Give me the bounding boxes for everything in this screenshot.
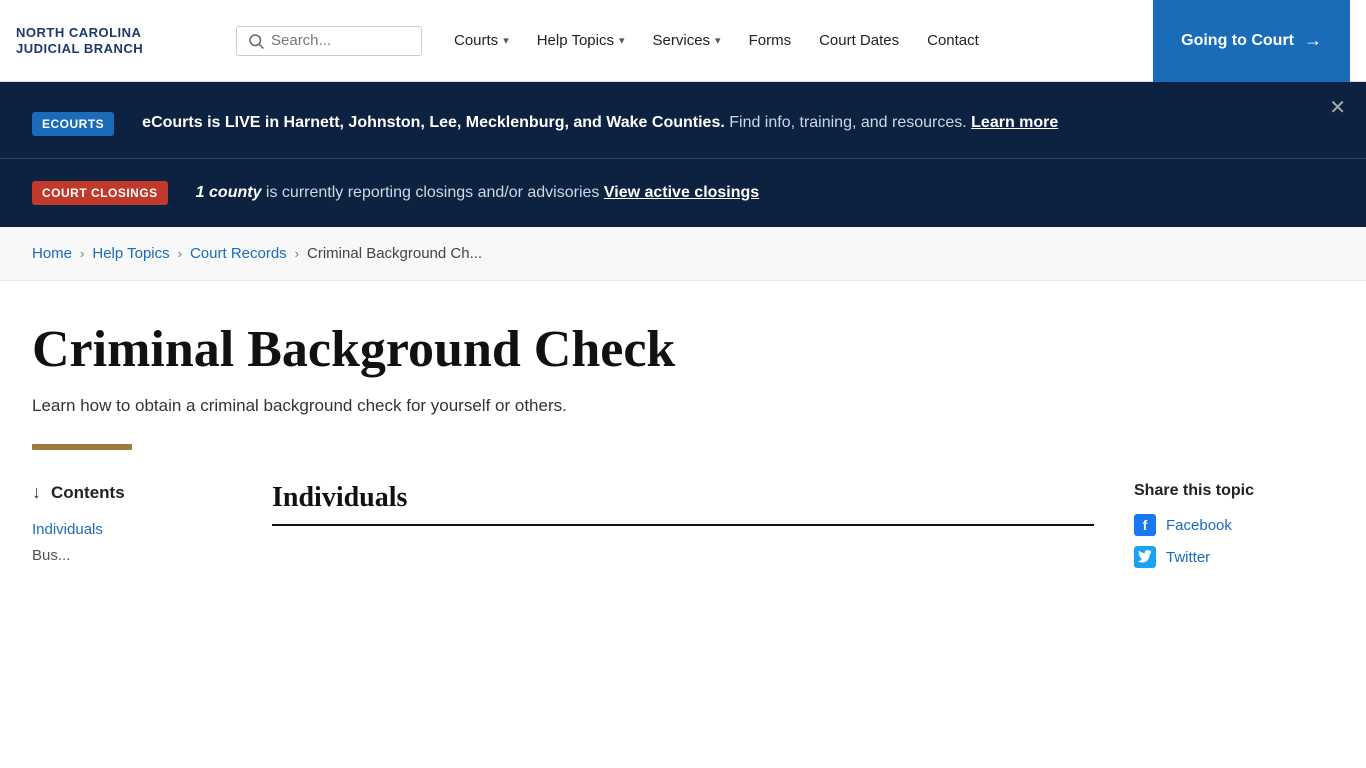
closings-normal-text: is currently reporting closings and/or a… (266, 184, 604, 201)
share-heading: Share this topic (1134, 482, 1334, 500)
closings-text: 1 county is currently reporting closings… (196, 184, 760, 202)
logo-line2: JUDICIAL BRANCH (16, 41, 216, 57)
announcements-section: ECOURTS eCourts is LIVE in Harnett, John… (0, 82, 1366, 227)
breadcrumb-sep-3: › (295, 246, 299, 261)
ecourts-badge: ECOURTS (32, 112, 114, 136)
twitter-share: Twitter (1134, 546, 1334, 568)
breadcrumb-home[interactable]: Home (32, 245, 72, 262)
ecourts-normal-text: Find info, training, and resources. (729, 114, 971, 131)
nav-courts[interactable]: Courts ▾ (442, 24, 521, 57)
logo-line1: NORTH CAROLINA (16, 25, 216, 41)
contents-individuals-link[interactable]: Individuals (32, 521, 103, 538)
page-title: Criminal Background Check (32, 321, 1334, 378)
breadcrumb-current: Criminal Background Ch... (307, 245, 482, 262)
nav-contact[interactable]: Contact (915, 24, 991, 57)
site-header: NORTH CAROLINA JUDICIAL BRANCH Courts ▾ … (0, 0, 1366, 82)
list-item: Individuals (32, 521, 232, 539)
ecourts-text: eCourts is LIVE in Harnett, Johnston, Le… (142, 110, 1058, 136)
main-content: Criminal Background Check Learn how to o… (0, 281, 1366, 578)
page-subtitle: Learn how to obtain a criminal backgroun… (32, 396, 1334, 416)
section-content: Individuals (272, 482, 1094, 578)
main-nav: Courts ▾ Help Topics ▾ Services ▾ Forms … (442, 24, 1153, 57)
down-arrow-icon: ↓ (32, 482, 41, 503)
ecourts-banner: ECOURTS eCourts is LIVE in Harnett, John… (0, 82, 1366, 159)
list-item: Bus... (32, 547, 232, 565)
section-heading: Individuals (272, 482, 1094, 526)
two-column-layout: ↓ Contents Individuals Bus... Individual… (32, 482, 1334, 578)
facebook-share: f Facebook (1134, 514, 1334, 536)
breadcrumb: Home › Help Topics › Court Records › Cri… (0, 227, 1366, 281)
arrow-icon: → (1304, 30, 1322, 51)
chevron-down-icon: ▾ (619, 34, 625, 47)
search-box[interactable] (236, 26, 422, 56)
court-closings-badge: COURT CLOSINGS (32, 181, 168, 205)
search-icon (247, 32, 265, 50)
breadcrumb-help-topics[interactable]: Help Topics (92, 245, 169, 262)
search-input[interactable] (271, 32, 411, 49)
nav-court-dates[interactable]: Court Dates (807, 24, 911, 57)
breadcrumb-sep-1: › (80, 246, 84, 261)
nav-forms[interactable]: Forms (737, 24, 804, 57)
court-closings-banner: COURT CLOSINGS 1 county is currently rep… (0, 159, 1366, 227)
ecourts-learn-more-link[interactable]: Learn more (971, 114, 1058, 131)
chevron-down-icon: ▾ (715, 34, 721, 47)
breadcrumb-court-records[interactable]: Court Records (190, 245, 287, 262)
twitter-icon (1134, 546, 1156, 568)
share-sidebar: Share this topic f Facebook Twitter (1134, 482, 1334, 578)
twitter-link[interactable]: Twitter (1166, 549, 1210, 566)
going-to-court-button[interactable]: Going to Court → (1153, 0, 1350, 82)
facebook-icon: f (1134, 514, 1156, 536)
nav-services[interactable]: Services ▾ (641, 24, 733, 57)
breadcrumb-sep-2: › (178, 246, 182, 261)
gold-divider (32, 444, 132, 450)
closings-count: 1 county (196, 184, 262, 201)
contents-heading: ↓ Contents (32, 482, 232, 503)
nav-help-topics[interactable]: Help Topics ▾ (525, 24, 637, 57)
site-logo[interactable]: NORTH CAROLINA JUDICIAL BRANCH (16, 25, 216, 56)
facebook-link[interactable]: Facebook (1166, 517, 1232, 534)
contents-more: Bus... (32, 547, 70, 564)
ecourts-bold-text: eCourts is LIVE in Harnett, Johnston, Le… (142, 114, 725, 131)
contents-sidebar: ↓ Contents Individuals Bus... (32, 482, 232, 578)
close-banner-button[interactable]: ✕ (1329, 98, 1346, 118)
contents-list: Individuals Bus... (32, 521, 232, 565)
view-active-closings-link[interactable]: View active closings (604, 184, 759, 201)
chevron-down-icon: ▾ (503, 34, 509, 47)
